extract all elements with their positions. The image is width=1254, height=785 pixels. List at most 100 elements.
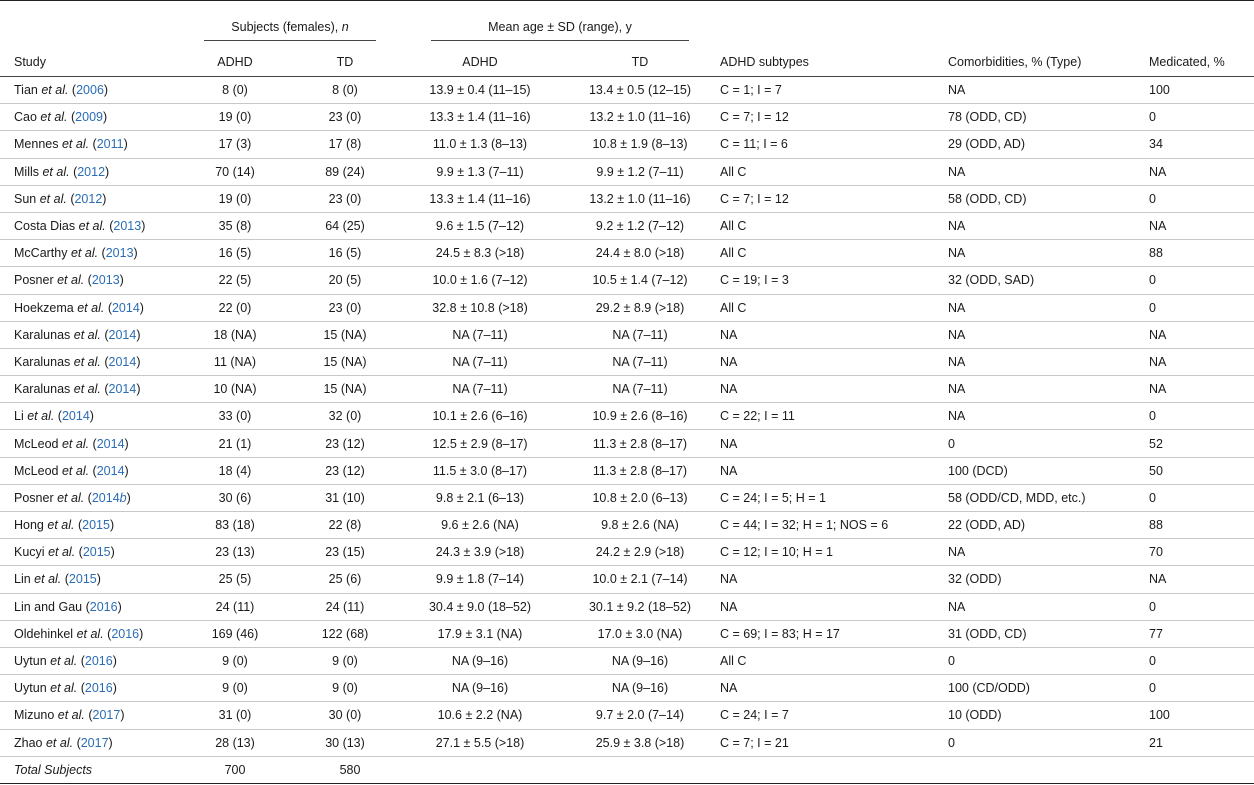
citation-link[interactable]: 2016: [85, 681, 113, 695]
citation-year: 2009: [75, 110, 103, 125]
citation-link[interactable]: 2015: [69, 572, 97, 586]
citation-link[interactable]: 2016: [90, 600, 118, 614]
citation-link[interactable]: 2013: [113, 219, 141, 233]
citation-link[interactable]: 2014: [112, 301, 140, 315]
citation-year: 2015: [82, 545, 111, 560]
study-cell: Mennes et al. (2011): [0, 130, 180, 159]
adhd-age-cell: NA (9–16): [400, 647, 560, 676]
td-age-cell: NA (7–11): [560, 348, 720, 377]
study-cell: Mizuno et al. (2017): [0, 701, 180, 730]
citation-link[interactable]: 2014: [97, 464, 125, 478]
td-n-cell: 9 (0): [290, 674, 400, 703]
citation-link[interactable]: 2017: [93, 708, 121, 722]
subtypes-cell: C = 7; I = 12: [720, 103, 948, 132]
study-author: Cao: [14, 110, 37, 125]
citation-link[interactable]: 2006: [76, 83, 104, 97]
comorbidities-cell: NA: [948, 402, 1149, 431]
citation-link[interactable]: 2014: [62, 409, 90, 423]
citation-year: 2014: [61, 409, 90, 424]
medicated-cell: 0: [1149, 402, 1254, 431]
comorbidities-cell: 22 (ODD, AD): [948, 511, 1149, 540]
citation-year: 2013: [91, 273, 120, 288]
subtypes-cell: NA: [720, 674, 948, 703]
adhd-age-cell: NA (7–11): [400, 348, 560, 377]
citation-link[interactable]: 2013: [92, 273, 120, 287]
study-cell: Uytun et al. (2016): [0, 674, 180, 703]
study-author: Kucyi: [14, 545, 45, 560]
table-row: Mennes et al. (2011) 17 (3) 17 (8) 11.0 ± 1…: [0, 130, 1254, 159]
study-etal: et al.: [70, 246, 99, 261]
adhd-n-cell: 35 (8): [180, 212, 290, 241]
subtypes-cell: All C: [720, 212, 948, 241]
td-age-cell: 17.0 ± 3.0 (NA): [560, 620, 720, 648]
medicated-cell: 0: [1149, 674, 1254, 703]
subtypes-cell: All C: [720, 294, 948, 322]
group-header-age: Mean age ± SD (range), y: [431, 20, 689, 41]
study-cell: Cao et al. (2009): [0, 103, 180, 132]
study-etal: et al.: [77, 300, 105, 315]
citation-link[interactable]: 2012: [74, 192, 102, 206]
comorbidities-cell: NA: [948, 321, 1149, 349]
study-etal: et al.: [40, 110, 68, 125]
subtypes-cell: C = 1; I = 7: [720, 76, 948, 105]
adhd-age-cell: NA (7–11): [400, 321, 560, 349]
adhd-n-cell: 8 (0): [180, 76, 290, 105]
citation-link[interactable]: 2017: [81, 736, 109, 750]
citation-link[interactable]: 2016: [111, 627, 139, 641]
subtypes-cell: All C: [720, 647, 948, 676]
comorbidities-cell: 100 (CD/ODD): [948, 674, 1149, 703]
subtypes-cell: NA: [720, 321, 948, 349]
citation-link[interactable]: 2013: [106, 246, 134, 260]
adhd-age-cell: 10.1 ± 2.6 (6–16): [400, 402, 560, 431]
citation-year: 2011: [96, 137, 124, 152]
study-author: Uytun: [14, 654, 47, 669]
study-etal: et al.: [42, 164, 70, 179]
td-age-cell: 9.8 ± 2.6 (NA): [560, 511, 720, 540]
medicated-cell: 0: [1149, 266, 1254, 295]
table-row: Mills et al. (2012) 70 (14) 89 (24) 9.9 ± 1…: [0, 158, 1254, 186]
citation-link[interactable]: 2014: [109, 328, 137, 342]
citation-year: 2014: [108, 382, 137, 397]
td-n-cell: 23 (0): [290, 294, 400, 322]
citation-link[interactable]: 2012: [77, 165, 105, 179]
total-adhd: 700: [180, 756, 290, 784]
adhd-age-cell: 13.9 ± 0.4 (11–15): [400, 76, 560, 105]
adhd-age-cell: 27.1 ± 5.5 (>18): [400, 729, 560, 757]
study-cell: McLeod et al. (2014): [0, 457, 180, 485]
study-cell: Karalunas et al. (2014): [0, 375, 180, 404]
table-row: Cao et al. (2009) 19 (0) 23 (0) 13.3 ± 1.4 …: [0, 103, 1254, 132]
adhd-n-cell: 70 (14): [180, 158, 290, 186]
study-etal: et al.: [50, 681, 78, 696]
adhd-n-cell: 19 (0): [180, 103, 290, 132]
study-etal: et al.: [76, 626, 104, 641]
comorbidities-cell: 0: [948, 429, 1149, 458]
citation-link[interactable]: 2015: [83, 545, 111, 559]
comorbidities-cell: NA: [948, 348, 1149, 377]
citation-link[interactable]: 2014: [97, 437, 125, 451]
col-header-subtypes: ADHD subtypes: [720, 47, 948, 77]
study-etal: et al.: [34, 572, 62, 587]
citation-link[interactable]: 2014: [109, 355, 137, 369]
study-cell: Hoekzema et al. (2014): [0, 294, 180, 322]
study-cell: Lin et al. (2015): [0, 565, 180, 594]
td-age-cell: NA (9–16): [560, 674, 720, 703]
td-age-cell: NA (7–11): [560, 375, 720, 404]
adhd-n-cell: 18 (4): [180, 457, 290, 485]
citation-link[interactable]: 2016: [85, 654, 113, 668]
table-row: Tian et al. (2006) 8 (0) 8 (0) 13.9 ± 0.4 (…: [0, 76, 1254, 105]
adhd-n-cell: 18 (NA): [180, 321, 290, 349]
citation-link[interactable]: 2015: [82, 518, 110, 532]
medicated-cell: 0: [1149, 294, 1254, 322]
td-age-cell: 11.3 ± 2.8 (8–17): [560, 429, 720, 458]
td-age-cell: 9.9 ± 1.2 (7–11): [560, 158, 720, 186]
table-row: Oldehinkel et al. (2016) 169 (46) 122 (68)…: [0, 620, 1254, 648]
subtypes-cell: C = 69; I = 83; H = 17: [720, 620, 948, 648]
citation-link[interactable]: 2011: [97, 137, 124, 151]
citation-link[interactable]: 2014: [109, 382, 137, 396]
td-n-cell: 9 (0): [290, 647, 400, 676]
citation-link[interactable]: 2009: [75, 110, 103, 124]
adhd-n-cell: 24 (11): [180, 593, 290, 621]
comorbidities-cell: NA: [948, 158, 1149, 186]
td-n-cell: 32 (0): [290, 402, 400, 431]
citation-link[interactable]: 2014b: [92, 491, 127, 505]
